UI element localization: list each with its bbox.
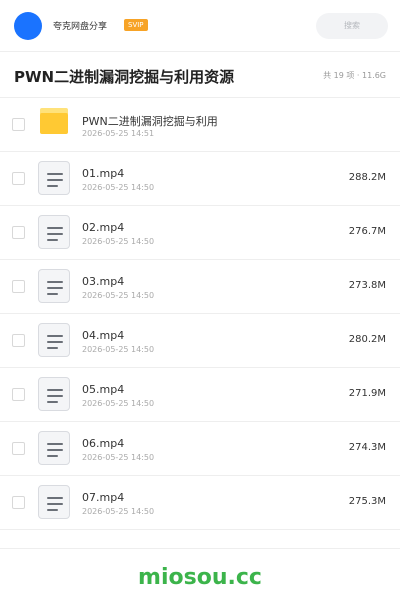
select-checkbox[interactable] [12, 388, 25, 401]
file-date: 2026-05-25 14:50 [82, 237, 155, 246]
file-date: 2026-05-25 14:50 [82, 345, 155, 354]
list-item[interactable]: 07.mp4 2026-05-25 14:50 275.3M [0, 476, 400, 530]
page-title: PWN二进制漏洞挖掘与利用资源 [14, 68, 235, 86]
list-item[interactable]: 04.mp4 2026-05-25 14:50 280.2M [0, 314, 400, 368]
select-checkbox[interactable] [12, 334, 25, 347]
file-icon [38, 269, 70, 303]
file-name: 02.mp4 [82, 221, 125, 234]
file-size: 274.3M [348, 442, 386, 453]
file-icon [38, 485, 70, 519]
file-icon [38, 377, 70, 411]
file-size: 271.9M [348, 388, 386, 399]
file-icon [38, 215, 70, 249]
file-date: 2026-05-25 14:50 [82, 453, 155, 462]
folder-icon [40, 108, 68, 134]
file-name: 07.mp4 [82, 491, 125, 504]
file-name: 01.mp4 [82, 167, 125, 180]
search-button[interactable]: 搜索 [316, 13, 388, 39]
file-size: 275.3M [348, 496, 386, 507]
file-date: 2026-05-25 14:50 [82, 183, 155, 192]
file-summary: 共 19 项 · 11.6G [323, 71, 386, 80]
select-checkbox[interactable] [12, 118, 25, 131]
file-date: 2026-05-25 14:50 [82, 291, 155, 300]
file-icon [38, 161, 70, 195]
list-item[interactable]: PWN二进制漏洞挖掘与利用 2026-05-25 14:51 [0, 98, 400, 152]
brand-watermark: miosou.cc [138, 565, 262, 590]
file-list: PWN二进制漏洞挖掘与利用 2026-05-25 14:51 01.mp4 20… [0, 98, 400, 530]
list-item[interactable]: 05.mp4 2026-05-25 14:50 271.9M [0, 368, 400, 422]
file-name: 06.mp4 [82, 437, 125, 450]
list-item[interactable]: 02.mp4 2026-05-25 14:50 276.7M [0, 206, 400, 260]
file-date: 2026-05-25 14:51 [82, 129, 155, 138]
select-checkbox[interactable] [12, 172, 25, 185]
list-item[interactable]: 06.mp4 2026-05-25 14:50 274.3M [0, 422, 400, 476]
select-checkbox[interactable] [12, 496, 25, 509]
file-size: 288.2M [348, 172, 386, 183]
list-item[interactable]: 01.mp4 2026-05-25 14:50 288.2M [0, 152, 400, 206]
file-name: PWN二进制漏洞挖掘与利用 [82, 115, 218, 128]
file-icon [38, 323, 70, 357]
select-checkbox[interactable] [12, 442, 25, 455]
select-checkbox[interactable] [12, 280, 25, 293]
file-icon [38, 431, 70, 465]
title-bar: PWN二进制漏洞挖掘与利用资源 共 19 项 · 11.6G [0, 52, 400, 98]
footer: miosou.cc [0, 548, 400, 600]
file-date: 2026-05-25 14:50 [82, 507, 155, 516]
file-size: 276.7M [348, 226, 386, 237]
file-size: 280.2M [348, 334, 386, 345]
file-date: 2026-05-25 14:50 [82, 399, 155, 408]
avatar[interactable] [14, 12, 42, 40]
user-name: 夸克网盘分享 [53, 22, 108, 32]
file-name: 03.mp4 [82, 275, 125, 288]
file-name: 05.mp4 [82, 383, 125, 396]
file-name: 04.mp4 [82, 329, 125, 342]
file-size: 273.8M [348, 280, 386, 291]
top-bar: 夸克网盘分享 SVIP 搜索 [0, 0, 400, 52]
select-checkbox[interactable] [12, 226, 25, 239]
svip-badge: SVIP [124, 19, 148, 31]
list-item[interactable]: 03.mp4 2026-05-25 14:50 273.8M [0, 260, 400, 314]
